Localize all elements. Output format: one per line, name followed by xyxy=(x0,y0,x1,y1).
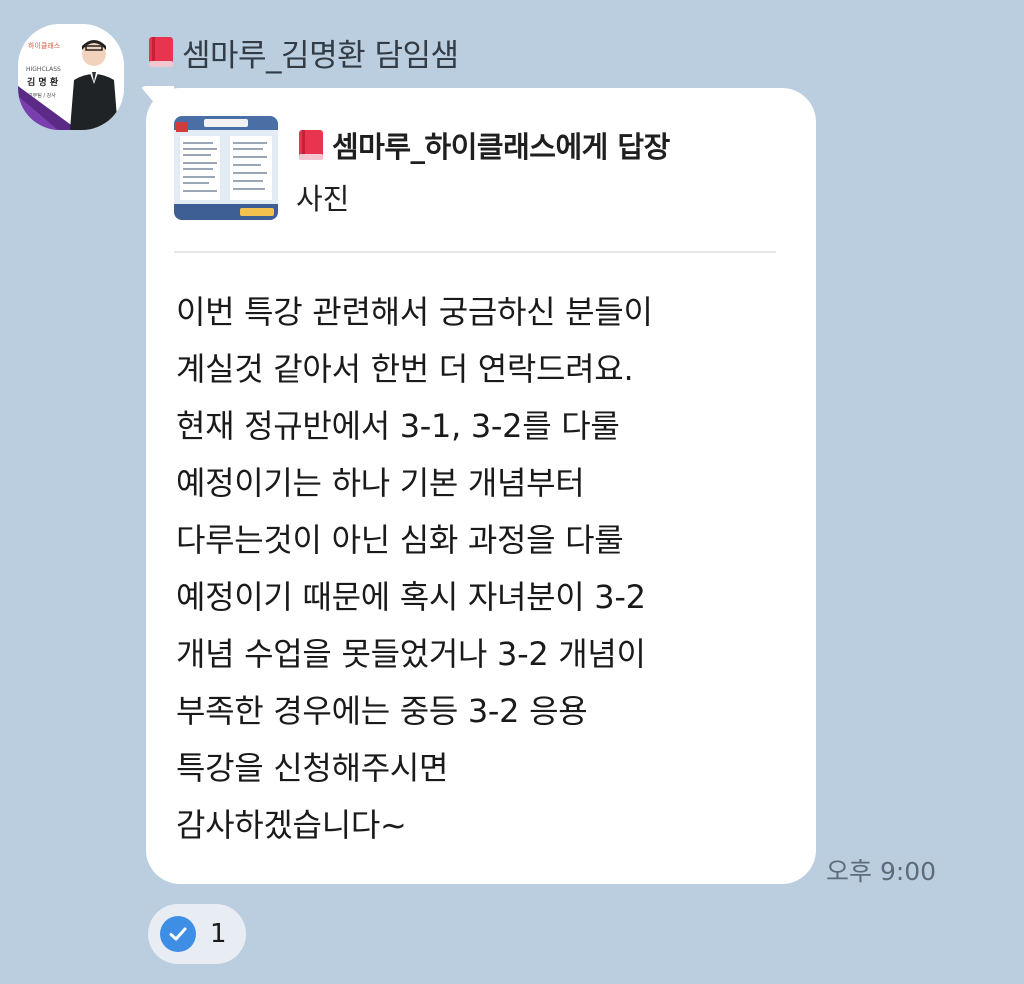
reply-subtitle: 사진 xyxy=(296,182,350,216)
avatar-badge-3: 교무팀 / 강사 xyxy=(28,92,56,99)
check-icon xyxy=(160,916,196,952)
reply-title: 셈마루_하이클래스에게 답장 xyxy=(332,130,670,164)
sender-name[interactable]: 셈마루_김명환 담임샘 xyxy=(182,30,459,75)
reply-header[interactable]: 셈마루_하이클래스에게 답장 xyxy=(296,124,670,166)
reaction-badge[interactable]: 1 xyxy=(148,904,246,964)
sender-header: 셈마루_김명환 담임샘 xyxy=(146,30,459,74)
sender-avatar[interactable]: 하이클래스 HIGHCLASS 김 명 환 교무팀 / 강사 xyxy=(18,24,124,130)
avatar-badge-1: HIGHCLASS xyxy=(26,66,61,73)
document-thumbnail[interactable] xyxy=(174,116,278,220)
message-time: 오후 9:00 xyxy=(826,857,937,886)
message-text: 이번 특강 관련해서 궁금하신 분들이 계실것 같아서 한번 더 연락드려요. … xyxy=(176,293,653,844)
avatar-badge-2: 김 명 환 xyxy=(27,76,59,88)
reaction-count: 1 xyxy=(210,919,227,949)
book-icon xyxy=(296,128,326,162)
reply-divider xyxy=(174,251,776,253)
svg-text:하이클래스: 하이클래스 xyxy=(28,41,61,50)
book-icon xyxy=(146,35,176,69)
profile-photo: 하이클래스 HIGHCLASS 김 명 환 교무팀 / 강사 xyxy=(18,24,124,130)
message-bubble[interactable]: 셈마루_하이클래스에게 답장 사진 이번 특강 관련해서 궁금하신 분들이 계실… xyxy=(146,88,816,884)
